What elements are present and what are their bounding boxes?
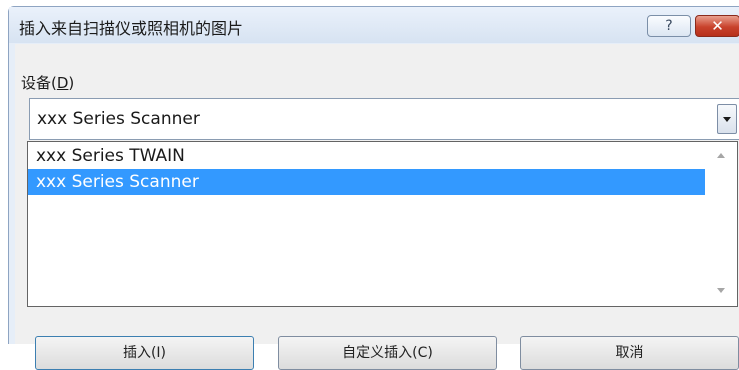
device-label: 设备(D): [21, 72, 74, 93]
close-button[interactable]: ✕: [695, 15, 739, 37]
insert-button[interactable]: 插入(I): [35, 336, 254, 370]
device-label-mnemonic: D: [56, 74, 69, 92]
scroll-up-arrow-icon[interactable]: [717, 153, 725, 158]
device-label-prefix: 设备(: [21, 74, 57, 92]
close-icon: ✕: [711, 17, 724, 35]
device-select-value: xxx Series Scanner: [37, 109, 200, 129]
title-bar: 插入来自扫描仪或照相机的图片 ? ✕: [9, 7, 739, 43]
device-option-scanner[interactable]: xxx Series Scanner: [28, 169, 705, 195]
help-icon: ?: [665, 18, 673, 34]
device-dropdown-list: xxx Series TWAIN xxx Series Scanner: [27, 141, 738, 307]
device-label-suffix: ): [68, 74, 75, 92]
help-button[interactable]: ?: [647, 15, 691, 37]
scroll-down-arrow-icon[interactable]: [717, 288, 725, 293]
device-select[interactable]: xxx Series Scanner: [29, 98, 739, 140]
chevron-down-icon[interactable]: [717, 104, 737, 134]
dropdown-scrollbar[interactable]: [706, 142, 737, 306]
cancel-button[interactable]: 取消: [520, 336, 739, 370]
custom-insert-button[interactable]: 自定义插入(C): [278, 336, 497, 370]
dialog-title: 插入来自扫描仪或照相机的图片: [19, 19, 244, 38]
device-option-twain[interactable]: xxx Series TWAIN: [28, 143, 705, 169]
